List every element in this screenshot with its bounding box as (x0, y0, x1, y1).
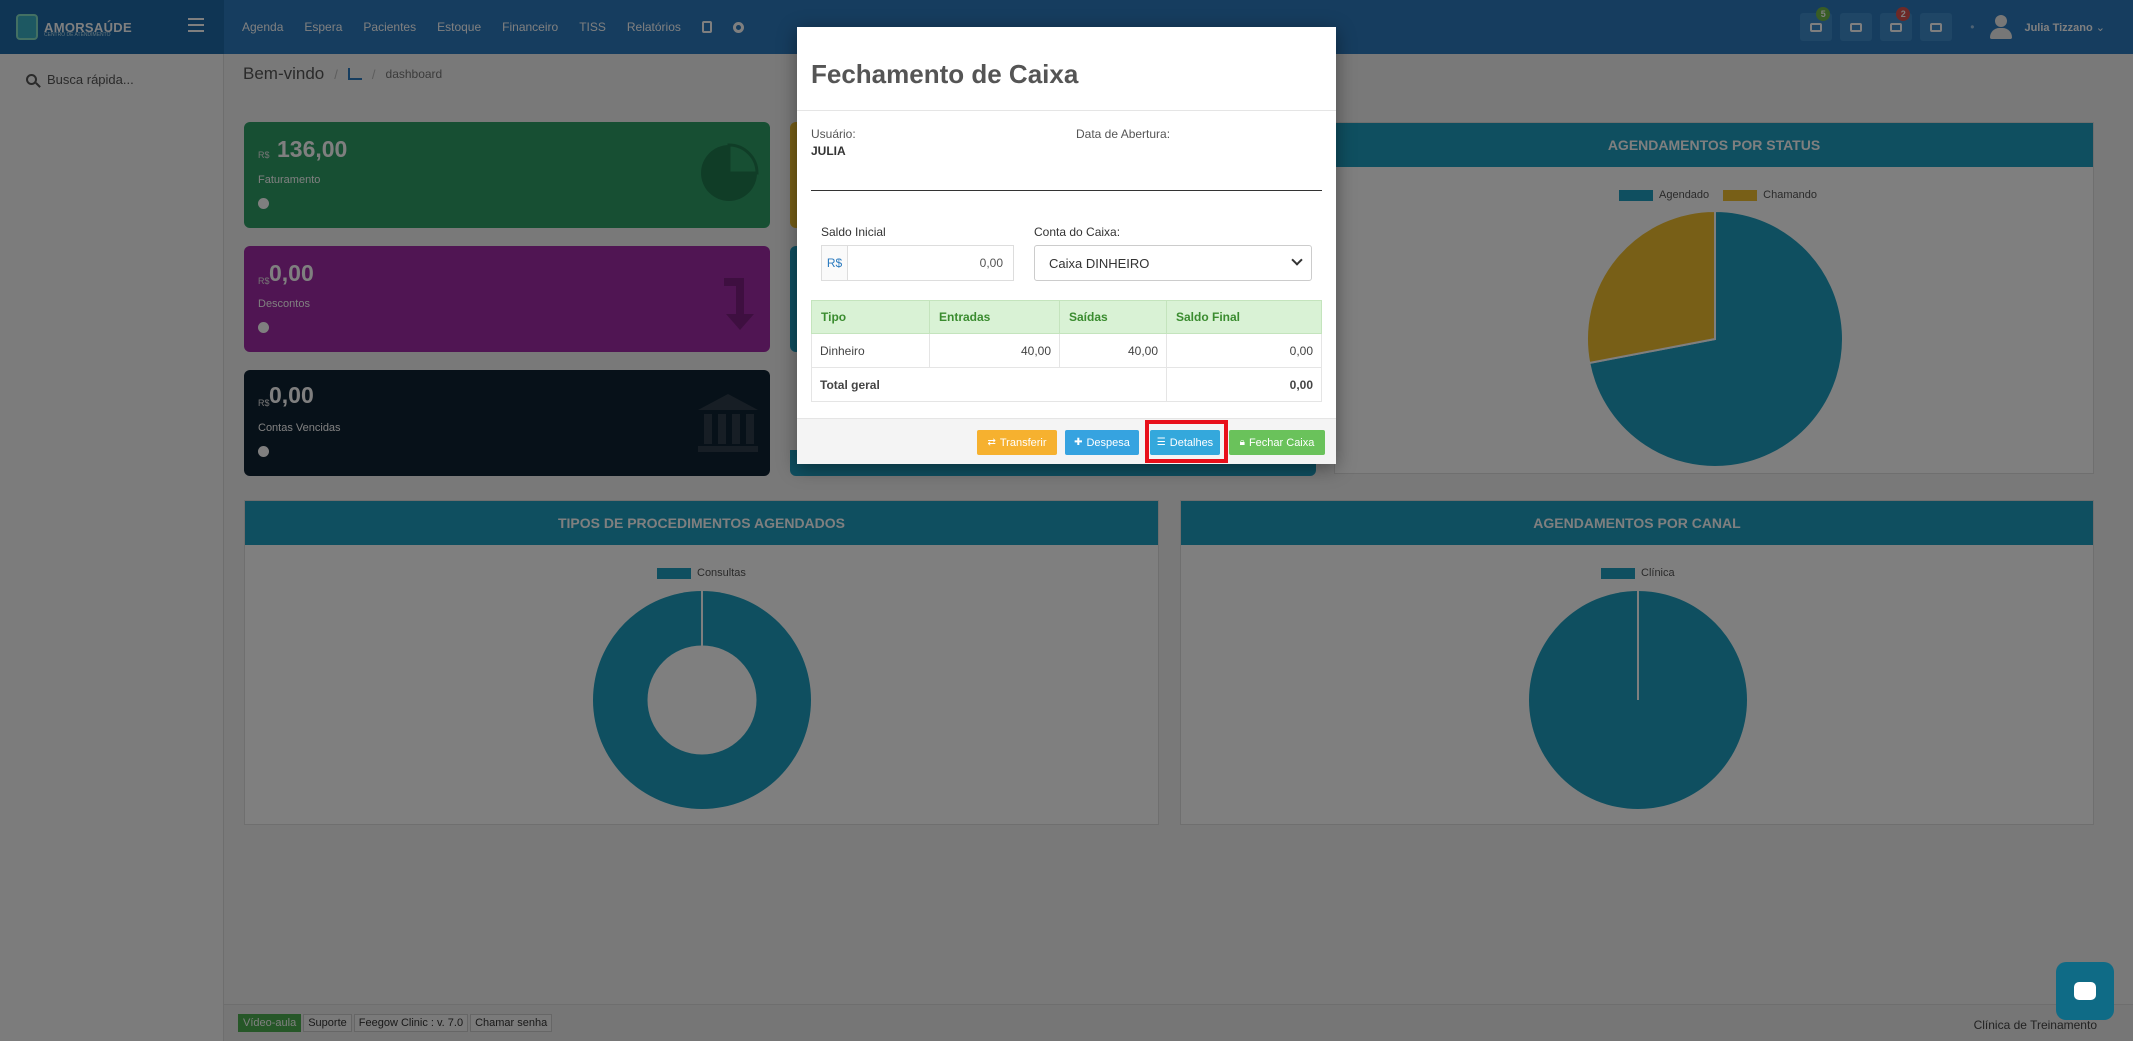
conta-caixa-label: Conta do Caixa: (1034, 225, 1121, 239)
modal-fechamento-caixa: Fechamento de Caixa Usuário: JULIA Data … (797, 27, 1336, 464)
fechar-caixa-label: Fechar Caixa (1248, 436, 1315, 449)
saldo-inicial-label: Saldo Inicial (821, 225, 886, 239)
lock-icon: 🔒︎ (1239, 437, 1245, 448)
despesa-label: Despesa (1086, 436, 1130, 449)
divider (811, 190, 1322, 191)
divider (797, 110, 1336, 111)
transfer-icon: ⇄ (987, 437, 996, 448)
modal-footer: ⇄ Transferir ✚ Despesa ☰ Detalhes 🔒︎ Fec… (797, 418, 1336, 464)
usuario-value: JULIA (811, 144, 846, 158)
col-tipo: Tipo (811, 300, 930, 334)
col-entradas: Entradas (929, 300, 1060, 334)
conta-caixa-value: Caixa DINHEIRO (1049, 255, 1150, 271)
abertura-label: Data de Abertura: (1076, 127, 1171, 141)
saldo-inicial-group: R$ (821, 245, 1014, 281)
currency-addon: R$ (822, 246, 848, 280)
total-label: Total geral (811, 367, 1167, 402)
despesa-button[interactable]: ✚ Despesa (1065, 430, 1139, 455)
table-total-row: Total geral 0,00 (811, 367, 1322, 402)
usuario-label: Usuário: (811, 127, 856, 141)
table-row: Dinheiro 40,00 40,00 0,00 (811, 333, 1322, 368)
highlight-box (1145, 420, 1228, 463)
caixa-table: Tipo Entradas Saídas Saldo Final Dinheir… (811, 300, 1322, 402)
plus-icon: ✚ (1074, 437, 1083, 448)
saldo-inicial-input[interactable] (848, 246, 1013, 280)
col-saidas: Saídas (1059, 300, 1167, 334)
table-header-row: Tipo Entradas Saídas Saldo Final (811, 300, 1322, 334)
chat-widget-button[interactable] (2056, 962, 2114, 1020)
cell-saldo-final: 0,00 (1166, 333, 1322, 368)
transferir-button[interactable]: ⇄ Transferir (977, 430, 1057, 455)
chevron-down-icon (1291, 254, 1303, 266)
fechar-caixa-button[interactable]: 🔒︎ Fechar Caixa (1229, 430, 1325, 455)
chat-bubble-icon (2074, 982, 2096, 1000)
cell-entradas: 40,00 (929, 333, 1060, 368)
cell-tipo: Dinheiro (811, 333, 930, 368)
conta-caixa-select[interactable]: Caixa DINHEIRO (1034, 245, 1312, 281)
cell-saidas: 40,00 (1059, 333, 1167, 368)
transferir-label: Transferir (999, 436, 1047, 449)
modal-title: Fechamento de Caixa (811, 59, 1079, 89)
col-saldo-final: Saldo Final (1166, 300, 1322, 334)
total-value: 0,00 (1166, 367, 1322, 402)
